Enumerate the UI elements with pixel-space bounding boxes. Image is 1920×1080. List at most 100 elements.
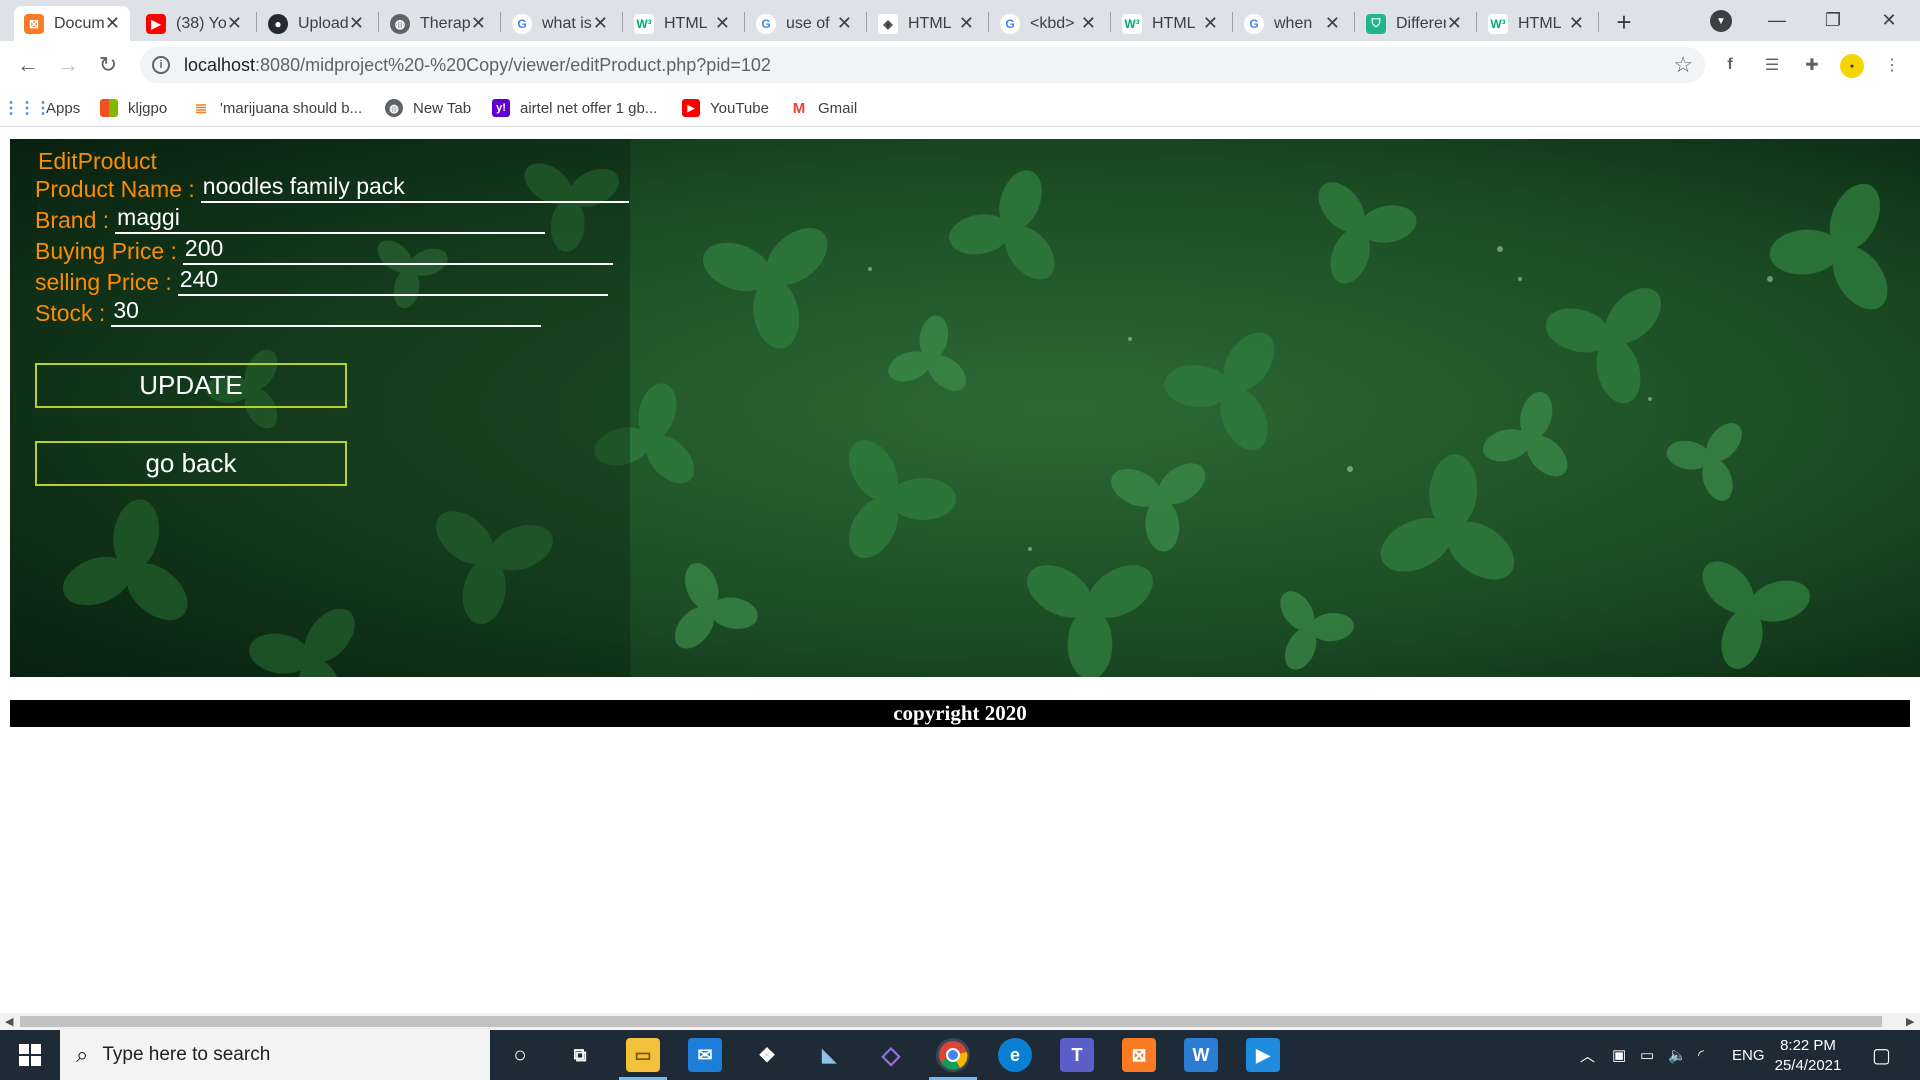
bookmark-label: New Tab — [413, 99, 472, 117]
tab-document[interactable]: ⊠ Document ✕ — [14, 6, 130, 41]
cortana-icon[interactable]: ○ — [503, 1038, 537, 1072]
scrollbar-thumb[interactable] — [20, 1016, 1882, 1027]
close-window-icon[interactable]: ✕ — [1866, 0, 1912, 41]
update-button[interactable]: UPDATE — [35, 363, 347, 408]
bookmark-marijuana[interactable]: ≣ 'marijuana should b... — [192, 97, 362, 119]
tab-html-diamond[interactable]: ◈ HTML ✕ — [868, 6, 984, 41]
youtube-icon: ▶ — [146, 13, 166, 34]
bookmark-star-icon[interactable]: ☆ — [1673, 52, 1693, 78]
reload-icon[interactable]: ↻ — [92, 49, 124, 81]
tab-w3schools-html-1[interactable]: W³ HTML ✕ — [624, 6, 740, 41]
tab-youtube[interactable]: ▶ (38) YouTube ✕ — [136, 6, 252, 41]
selling-price-label: selling Price : — [35, 269, 172, 295]
horizontal-scrollbar[interactable]: ◀ ▶ — [0, 1013, 1920, 1030]
tab-google-what-is[interactable]: G what is ✕ — [502, 6, 618, 41]
bookmark-airtel[interactable]: y! airtel net offer 1 gb... — [492, 97, 657, 119]
w3schools-icon: W³ — [1122, 13, 1142, 34]
address-bar[interactable]: i localhost:8080/midproject%20-%20Copy/v… — [140, 47, 1705, 83]
selling-price-input[interactable]: 240 — [177, 266, 608, 296]
tab-title: (38) YouTube — [176, 14, 226, 32]
bookmark-new-tab[interactable]: ◍ New Tab — [385, 97, 471, 119]
buying-price-input[interactable]: 200 — [182, 235, 613, 265]
bookmark-youtube[interactable]: ▶ YouTube — [682, 97, 769, 119]
file-explorer-icon[interactable]: ▭ — [626, 1038, 660, 1072]
notification-center-icon[interactable]: ▢ — [1872, 1030, 1891, 1080]
close-tab-icon[interactable]: ✕ — [837, 13, 852, 34]
tab-google-when[interactable]: G when ✕ — [1234, 6, 1350, 41]
edge-icon[interactable]: e — [998, 1038, 1032, 1072]
tab-w3schools-html-3[interactable]: W³ HTML ✕ — [1478, 6, 1594, 41]
visual-studio-icon[interactable]: ◇ — [874, 1038, 908, 1072]
xampp-icon[interactable]: ⊠ — [1122, 1038, 1156, 1072]
windows-taskbar: ⌕ Type here to search ○ ⧉ ▭ ✉ ❖ ◣ ◇ e T … — [0, 1030, 1920, 1080]
url-text[interactable]: localhost:8080/midproject%20-%20Copy/vie… — [184, 55, 771, 76]
teams-icon[interactable]: T — [1060, 1038, 1094, 1072]
close-tab-icon[interactable]: ✕ — [1203, 13, 1218, 34]
close-tab-icon[interactable]: ✕ — [959, 13, 974, 34]
meet-now-icon[interactable]: ▣ — [1612, 1030, 1626, 1080]
page-title: EditProduct — [38, 148, 157, 174]
windows-start-button[interactable] — [0, 1030, 60, 1080]
page-viewport: EditProduct Product Name : noodles famil… — [0, 127, 1920, 1013]
go-back-button[interactable]: go back — [35, 441, 347, 486]
tab-github-upload[interactable]: ● Upload ✕ — [258, 6, 374, 41]
extensions-puzzle-icon[interactable]: ✚ — [1800, 53, 1824, 77]
chrome-icon[interactable] — [936, 1038, 970, 1072]
forward-arrow-icon[interactable]: → — [52, 49, 84, 81]
brand-row: Brand : maggi — [35, 204, 546, 234]
bookmark-kljgpo[interactable]: kljgpo — [100, 97, 167, 119]
google-icon: G — [512, 13, 532, 34]
product-name-input[interactable]: noodles family pack — [200, 173, 629, 203]
tab-google-kbd[interactable]: G <kbd> ✕ — [990, 6, 1106, 41]
tab-search-icon[interactable]: ▼ — [1710, 10, 1732, 32]
scroll-left-arrow-icon[interactable]: ◀ — [5, 1015, 13, 1028]
selling-price-row: selling Price : 240 — [35, 266, 608, 296]
brand-input[interactable]: maggi — [115, 204, 546, 234]
menu-kebab-icon[interactable]: ⋮ — [1880, 53, 1904, 77]
language-indicator[interactable]: ENG — [1732, 1030, 1765, 1080]
close-tab-icon[interactable]: ✕ — [1081, 13, 1096, 34]
profile-avatar[interactable]: ● — [1840, 54, 1864, 78]
word-icon[interactable]: W — [1184, 1038, 1218, 1072]
back-arrow-icon[interactable]: ← — [12, 49, 44, 81]
bookmark-gmail[interactable]: M Gmail — [790, 97, 857, 119]
reading-list-icon[interactable]: ☰ — [1760, 53, 1784, 77]
minimize-icon[interactable]: — — [1754, 0, 1800, 41]
bookmark-apps[interactable]: ⋮⋮⋮ Apps — [3, 97, 80, 119]
close-tab-icon[interactable]: ✕ — [593, 13, 608, 34]
site-info-icon[interactable]: i — [152, 56, 170, 74]
facebook-extension-icon[interactable]: f — [1718, 53, 1742, 77]
tab-title: use of — [786, 14, 830, 32]
dropbox-icon[interactable]: ❖ — [750, 1038, 784, 1072]
tab-google-use-of[interactable]: G use of ✕ — [746, 6, 862, 41]
media-player-icon[interactable]: ▶ — [1246, 1038, 1280, 1072]
close-tab-icon[interactable]: ✕ — [105, 13, 120, 34]
task-view-icon[interactable]: ⧉ — [563, 1038, 597, 1072]
close-tab-icon[interactable]: ✕ — [1325, 13, 1340, 34]
close-tab-icon[interactable]: ✕ — [227, 13, 242, 34]
close-tab-icon[interactable]: ✕ — [1447, 13, 1462, 34]
close-tab-icon[interactable]: ✕ — [471, 13, 486, 34]
close-tab-icon[interactable]: ✕ — [1569, 13, 1584, 34]
tab-w3schools-html-2[interactable]: W³ HTML ✕ — [1112, 6, 1228, 41]
show-hidden-icons-icon[interactable]: ︿ — [1580, 1030, 1595, 1080]
battery-icon[interactable]: ▭ — [1640, 1030, 1654, 1080]
mail-icon[interactable]: ✉ — [688, 1038, 722, 1072]
restore-icon[interactable]: ❐ — [1810, 0, 1856, 41]
stock-input[interactable]: 30 — [111, 297, 542, 327]
clover-background-banner: EditProduct Product Name : noodles famil… — [10, 139, 1920, 677]
volume-icon[interactable]: 🔈 — [1668, 1030, 1687, 1080]
globe-icon: ◍ — [390, 13, 410, 34]
scroll-right-arrow-icon[interactable]: ▶ — [1906, 1015, 1914, 1028]
paint-icon[interactable]: ◣ — [812, 1038, 846, 1072]
close-tab-icon[interactable]: ✕ — [715, 13, 730, 34]
taskbar-search-box[interactable]: ⌕ Type here to search — [60, 1030, 490, 1080]
wifi-icon[interactable]: ◜ — [1698, 1030, 1704, 1080]
new-tab-button[interactable]: + — [1608, 6, 1640, 38]
tab-therapy[interactable]: ◍ Therapy ✕ — [380, 6, 496, 41]
system-clock[interactable]: 8:22 PM 25/4/2021 — [1768, 1036, 1848, 1076]
globe-icon: ◍ — [385, 99, 403, 117]
close-tab-icon[interactable]: ✕ — [349, 13, 364, 34]
tab-title: what is — [542, 14, 592, 32]
tab-difference[interactable]: ⛉ Difference ✕ — [1356, 6, 1472, 41]
